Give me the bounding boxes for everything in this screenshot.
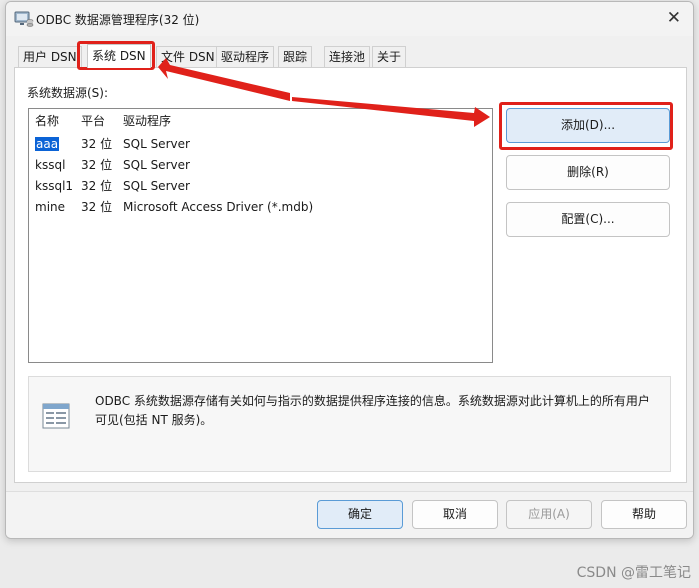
- dsn-driver: SQL Server: [123, 137, 190, 151]
- system-data-sources-label: 系统数据源(S):: [27, 86, 109, 100]
- column-header-driver[interactable]: 驱动程序: [123, 111, 171, 131]
- help-button[interactable]: 帮助: [601, 500, 687, 529]
- tab-file-dsn[interactable]: 文件 DSN: [156, 46, 220, 68]
- tab-tracing[interactable]: 跟踪: [278, 46, 313, 68]
- ok-button[interactable]: 确定: [317, 500, 403, 529]
- apply-button: 应用(A): [506, 500, 592, 529]
- dsn-name: kssql1: [35, 179, 74, 193]
- dsn-platform: 32 位: [81, 179, 113, 193]
- dsn-driver: SQL Server: [123, 179, 190, 193]
- tab-user-dsn[interactable]: 用户 DSN: [18, 46, 82, 68]
- close-icon[interactable]: ✕: [667, 8, 681, 28]
- tab-about[interactable]: 关于: [372, 46, 407, 68]
- odbc-app-icon: [14, 11, 34, 27]
- cancel-button[interactable]: 取消: [412, 500, 498, 529]
- remove-button[interactable]: 删除(R): [506, 155, 670, 190]
- title-bar: ODBC 数据源管理程序(32 位) ✕: [6, 2, 693, 36]
- dsn-name: mine: [35, 200, 66, 214]
- tab-connection-pooling[interactable]: 连接池: [324, 46, 371, 68]
- dsn-platform: 32 位: [81, 158, 113, 172]
- system-dsn-listbox[interactable]: 名称 平台 驱动程序 aaa 32 位 SQL Server kssql 32 …: [28, 108, 493, 363]
- list-row-aaa[interactable]: aaa 32 位 SQL Server: [29, 134, 492, 154]
- tab-drivers[interactable]: 驱动程序: [216, 46, 275, 68]
- dsn-name: kssql: [35, 158, 66, 172]
- dsn-platform: 32 位: [81, 137, 113, 151]
- column-header-name[interactable]: 名称: [35, 111, 59, 131]
- dsn-platform: 32 位: [81, 200, 113, 214]
- dsn-driver: SQL Server: [123, 158, 190, 172]
- odbc-dialog-window: ODBC 数据源管理程序(32 位) ✕ 用户 DSN 系统 DSN 文件 DS…: [5, 1, 694, 539]
- window-title: ODBC 数据源管理程序(32 位): [36, 13, 200, 27]
- list-row-mine[interactable]: mine 32 位 Microsoft Access Driver (*.mdb…: [29, 197, 492, 217]
- configure-button[interactable]: 配置(C)...: [506, 202, 670, 237]
- tab-strip: 用户 DSN 系统 DSN 文件 DSN 驱动程序 跟踪 连接池 关于: [11, 44, 691, 68]
- dsn-name: aaa: [35, 137, 60, 151]
- info-description: ODBC 系统数据源存储有关如何与指示的数据提供程序连接的信息。系统数据源对此计…: [95, 394, 650, 427]
- column-header-platform[interactable]: 平台: [81, 111, 105, 131]
- watermark: CSDN @雷工笔记: [576, 565, 691, 581]
- tab-system-dsn[interactable]: 系统 DSN: [87, 44, 151, 68]
- add-button[interactable]: 添加(D)...: [506, 108, 670, 143]
- info-box: ODBC 系统数据源存储有关如何与指示的数据提供程序连接的信息。系统数据源对此计…: [28, 376, 671, 472]
- list-row-kssql1[interactable]: kssql1 32 位 SQL Server: [29, 176, 492, 196]
- list-row-kssql[interactable]: kssql 32 位 SQL Server: [29, 155, 492, 175]
- dsn-driver: Microsoft Access Driver (*.mdb): [123, 200, 314, 214]
- list-header: 名称 平台 驱动程序: [29, 111, 492, 131]
- data-source-info-icon: [42, 403, 70, 429]
